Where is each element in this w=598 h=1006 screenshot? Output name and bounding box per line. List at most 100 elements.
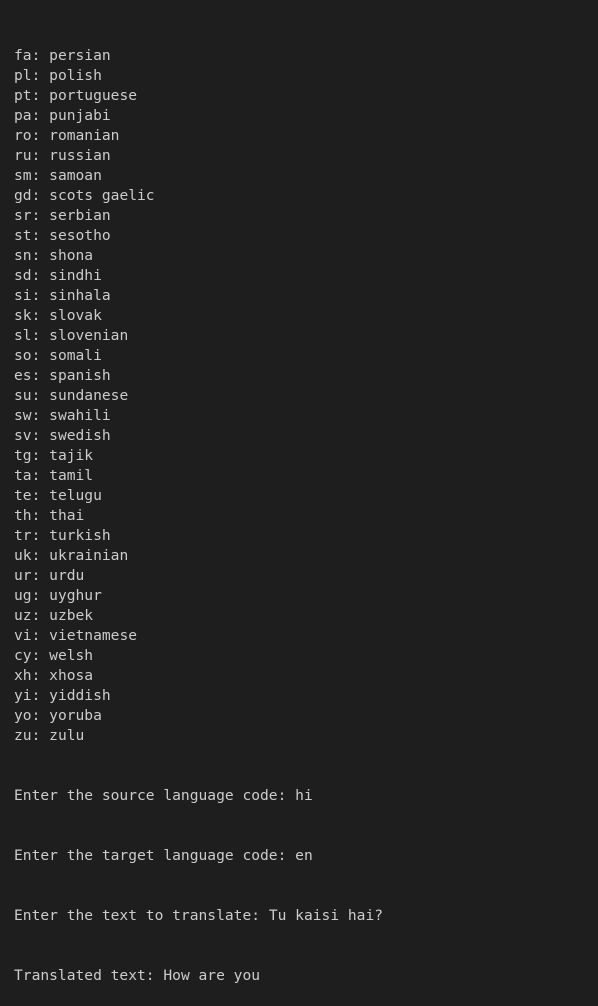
target-language-line: Enter the target language code: en <box>14 846 383 866</box>
language-code: uz <box>14 607 32 624</box>
language-name: russian <box>49 147 111 164</box>
language-name: shona <box>49 247 94 264</box>
language-line: es: spanish <box>14 366 383 386</box>
separator: : <box>31 47 50 64</box>
language-name: sundanese <box>49 387 129 404</box>
language-line: tr: turkish <box>14 526 383 546</box>
language-name: spanish <box>49 367 111 384</box>
separator: : <box>31 447 50 464</box>
language-name: tajik <box>49 447 94 464</box>
language-line: sl: slovenian <box>14 326 383 346</box>
separator: : <box>31 467 50 484</box>
language-name: portuguese <box>49 87 138 104</box>
language-line: sm: samoan <box>14 166 383 186</box>
separator: : <box>31 427 50 444</box>
language-code: yo <box>14 707 32 724</box>
language-code: vi <box>14 627 32 644</box>
language-name: turkish <box>49 527 111 544</box>
text-input-line: Enter the text to translate: Tu kaisi ha… <box>14 906 383 926</box>
language-name: yoruba <box>49 707 102 724</box>
separator: : <box>31 127 50 144</box>
separator: : <box>31 507 50 524</box>
separator: : <box>31 247 50 264</box>
language-name: thai <box>49 507 85 524</box>
separator: : <box>31 187 50 204</box>
language-name: somali <box>49 347 102 364</box>
language-line: te: telugu <box>14 486 383 506</box>
language-code: pl <box>14 67 32 84</box>
language-code: si <box>14 287 32 304</box>
source-value: hi <box>295 787 313 804</box>
language-line: pt: portuguese <box>14 86 383 106</box>
language-line: uk: ukrainian <box>14 546 383 566</box>
language-name: polish <box>49 67 102 84</box>
language-code: sw <box>14 407 32 424</box>
language-line: cy: welsh <box>14 646 383 666</box>
separator: : <box>31 527 50 544</box>
language-line: uz: uzbek <box>14 606 383 626</box>
separator: : <box>31 407 50 424</box>
language-name: samoan <box>49 167 102 184</box>
separator: : <box>31 167 50 184</box>
language-line: fa: persian <box>14 46 383 66</box>
separator: : <box>31 287 50 304</box>
language-line: zu: zulu <box>14 726 383 746</box>
language-code: so <box>14 347 32 364</box>
language-name: swedish <box>49 427 111 444</box>
language-code: te <box>14 487 32 504</box>
language-name: zulu <box>49 727 85 744</box>
language-name: serbian <box>49 207 111 224</box>
language-code: th <box>14 507 32 524</box>
language-code: ro <box>14 127 32 144</box>
language-line: sr: serbian <box>14 206 383 226</box>
language-line: gd: scots gaelic <box>14 186 383 206</box>
language-line: ur: urdu <box>14 566 383 586</box>
language-name: vietnamese <box>49 627 138 644</box>
language-line: ru: russian <box>14 146 383 166</box>
language-code: ru <box>14 147 32 164</box>
language-code: yi <box>14 687 32 704</box>
language-line: pa: punjabi <box>14 106 383 126</box>
terminal-output: fa: persian pl: polish pt: portuguese pa: p… <box>14 6 383 1006</box>
language-line: th: thai <box>14 506 383 526</box>
language-line: yo: yoruba <box>14 706 383 726</box>
separator: : <box>31 567 50 584</box>
text-value: Tu kaisi hai? <box>268 907 384 924</box>
separator: : <box>31 367 50 384</box>
separator: : <box>31 327 50 344</box>
separator: : <box>31 707 50 724</box>
language-name: yiddish <box>49 687 111 704</box>
separator: : <box>31 207 50 224</box>
source-language-line: Enter the source language code: hi <box>14 786 383 806</box>
separator: : <box>31 347 50 364</box>
language-name: slovenian <box>49 327 129 344</box>
language-code: ug <box>14 587 32 604</box>
language-code: xh <box>14 667 32 684</box>
language-name: ukrainian <box>49 547 129 564</box>
language-line: sv: swedish <box>14 426 383 446</box>
language-name: uzbek <box>49 607 94 624</box>
language-name: punjabi <box>49 107 111 124</box>
separator: : <box>31 107 50 124</box>
language-code: tg <box>14 447 32 464</box>
language-code: ta <box>14 467 32 484</box>
target-value: en <box>295 847 313 864</box>
text-prompt: Enter the text to translate: <box>14 907 269 924</box>
separator: : <box>31 227 50 244</box>
separator: : <box>31 607 50 624</box>
language-name: sinhala <box>49 287 111 304</box>
separator: : <box>31 87 50 104</box>
separator: : <box>31 307 50 324</box>
language-name: tamil <box>49 467 94 484</box>
language-name: slovak <box>49 307 102 324</box>
language-line: ro: romanian <box>14 126 383 146</box>
separator: : <box>31 147 50 164</box>
language-code: st <box>14 227 32 244</box>
language-line: pl: polish <box>14 66 383 86</box>
language-line: su: sundanese <box>14 386 383 406</box>
separator: : <box>31 547 50 564</box>
language-code: sk <box>14 307 32 324</box>
language-code: uk <box>14 547 32 564</box>
language-name: sindhi <box>49 267 102 284</box>
language-name: sesotho <box>49 227 111 244</box>
